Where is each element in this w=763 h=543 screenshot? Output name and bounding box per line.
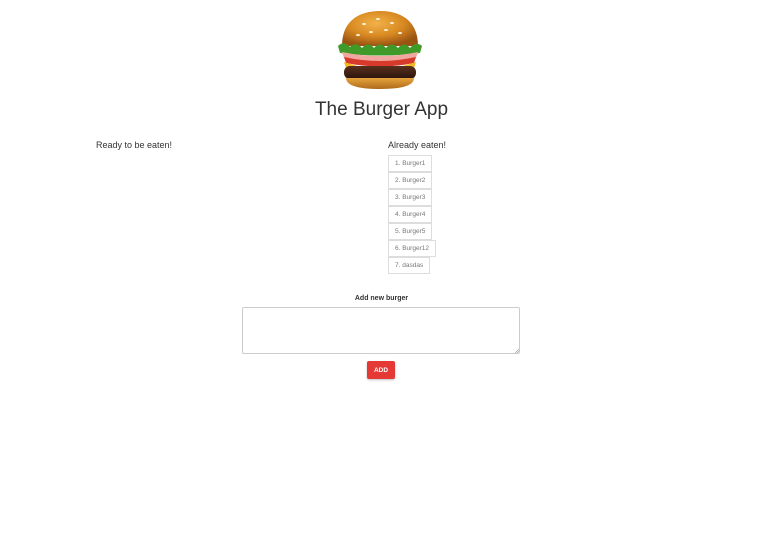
list-item: 6. Burger12 — [388, 240, 436, 257]
list-item: 5. Burger5 — [388, 223, 433, 240]
burger-icon — [338, 11, 422, 89]
burger-name-input[interactable] — [242, 307, 520, 354]
list-item: 1. Burger1 — [388, 155, 433, 172]
add-burger-label: Add new burger — [354, 295, 409, 302]
eaten-burger-list: 1. Burger1 2. Burger2 3. Burger3 4. Burg… — [388, 155, 436, 274]
add-button[interactable]: ADD — [367, 361, 395, 379]
resize-handle-icon[interactable] — [514, 348, 519, 353]
list-item: 2. Burger2 — [388, 172, 433, 189]
ready-to-eat-heading: Ready to be eaten! — [96, 140, 173, 150]
list-item: 3. Burger3 — [388, 189, 433, 206]
burger-app-page: The Burger App Ready to be eaten! Alread… — [0, 0, 763, 543]
already-eaten-heading: Already eaten! — [388, 140, 447, 150]
page-title: The Burger App — [314, 99, 449, 120]
list-item: 4. Burger4 — [388, 206, 433, 223]
list-item: 7. dasdas — [388, 257, 431, 274]
